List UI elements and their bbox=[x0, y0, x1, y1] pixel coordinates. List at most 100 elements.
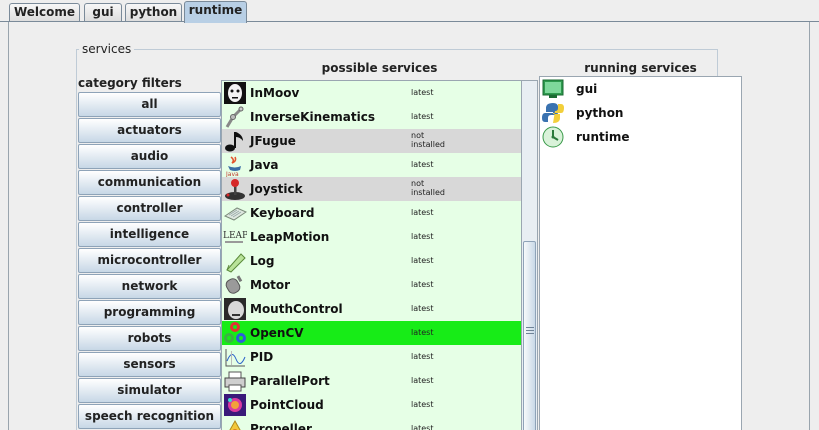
filter-simulator-button[interactable]: simulator bbox=[78, 378, 221, 403]
filter-speech-recognition-button[interactable]: speech recognition bbox=[78, 404, 221, 429]
service-status: latest bbox=[411, 160, 434, 169]
service-status: latest bbox=[411, 208, 434, 217]
service-row-motor[interactable]: Motor latest bbox=[222, 273, 521, 297]
running-service-name: python bbox=[576, 106, 624, 120]
service-status: latest bbox=[411, 352, 434, 361]
opencv-icon bbox=[223, 321, 247, 345]
running-row-runtime[interactable]: runtime bbox=[540, 125, 740, 149]
service-row-keyboard[interactable]: Keyboard latest bbox=[222, 201, 521, 225]
service-row-joystick[interactable]: Joystick not installed bbox=[222, 177, 521, 201]
service-row-leapmotion[interactable]: LEAP LeapMotion latest bbox=[222, 225, 521, 249]
service-status: latest bbox=[411, 304, 434, 313]
service-row-log[interactable]: Log latest bbox=[222, 249, 521, 273]
filter-programming-button[interactable]: programming bbox=[78, 300, 221, 325]
propeller-icon bbox=[223, 417, 247, 430]
service-name: Joystick bbox=[250, 182, 303, 196]
grip-line bbox=[526, 333, 534, 334]
service-name: Keyboard bbox=[250, 206, 315, 220]
motor-icon bbox=[223, 273, 247, 297]
mouth-icon bbox=[223, 297, 247, 321]
running-service-name: runtime bbox=[576, 130, 630, 144]
service-row-opencv[interactable]: OpenCV latest bbox=[222, 321, 521, 345]
service-row-parallelport[interactable]: ParallelPort latest bbox=[222, 369, 521, 393]
python-icon bbox=[541, 101, 565, 125]
filter-all-button[interactable]: all bbox=[78, 92, 221, 117]
service-name: Motor bbox=[250, 278, 291, 292]
service-row-propeller[interactable]: Propeller latest bbox=[222, 417, 521, 430]
service-status: latest bbox=[411, 400, 434, 409]
tab-welcome[interactable]: Welcome bbox=[9, 3, 80, 22]
service-status: latest bbox=[411, 328, 434, 337]
service-row-jfugue[interactable]: JFugue not installed bbox=[222, 129, 521, 153]
joystick-icon bbox=[223, 177, 247, 201]
filter-communication-button[interactable]: communication bbox=[78, 170, 221, 195]
service-name: Propeller bbox=[250, 422, 312, 430]
pointcloud-icon bbox=[223, 393, 247, 417]
filter-controller-button[interactable]: controller bbox=[78, 196, 221, 221]
filter-robots-button[interactable]: robots bbox=[78, 326, 221, 351]
service-status: not installed bbox=[411, 131, 445, 149]
filter-actuators-button[interactable]: actuators bbox=[78, 118, 221, 143]
running-row-gui[interactable]: gui bbox=[540, 77, 740, 101]
service-row-inmoov[interactable]: InMoov latest bbox=[222, 81, 521, 105]
keyboard-icon bbox=[223, 201, 248, 225]
service-status: latest bbox=[411, 256, 434, 265]
service-status: latest bbox=[411, 112, 434, 121]
service-status: latest bbox=[411, 376, 434, 385]
status-line-1: not bbox=[411, 131, 425, 140]
service-name: InMoov bbox=[250, 86, 300, 100]
possible-services-title: possible services bbox=[321, 61, 438, 75]
grip-line bbox=[526, 327, 534, 328]
service-row-java[interactable]: Java Java latest bbox=[222, 153, 521, 178]
services-group-title: services bbox=[79, 42, 135, 56]
grip-line bbox=[526, 330, 534, 331]
filter-network-button[interactable]: network bbox=[78, 274, 221, 299]
java-icon: Java bbox=[223, 153, 247, 178]
tab-python[interactable]: python bbox=[125, 3, 182, 22]
running-row-python[interactable]: python bbox=[540, 101, 740, 125]
status-line-1: not bbox=[411, 179, 425, 188]
svg-text:LEAP: LEAP bbox=[223, 231, 247, 241]
leap-icon: LEAP bbox=[223, 225, 248, 249]
service-name: PID bbox=[250, 350, 274, 364]
running-service-name: gui bbox=[576, 82, 598, 96]
service-row-mouthcontrol[interactable]: MouthControl latest bbox=[222, 297, 521, 321]
service-name: PointCloud bbox=[250, 398, 324, 412]
pid-icon bbox=[223, 345, 247, 369]
filter-audio-button[interactable]: audio bbox=[78, 144, 221, 169]
tab-bar: Welcome gui python runtime bbox=[0, 0, 819, 23]
inmoov-face-icon bbox=[223, 81, 247, 105]
running-services-title: running services bbox=[584, 61, 697, 75]
status-line-2: installed bbox=[411, 188, 445, 197]
service-status: latest bbox=[411, 232, 434, 241]
tab-runtime[interactable]: runtime bbox=[184, 1, 247, 23]
service-name: MouthControl bbox=[250, 302, 343, 316]
filter-microcontroller-button[interactable]: microcontroller bbox=[78, 248, 221, 273]
service-name: InverseKinematics bbox=[250, 110, 375, 124]
service-name: ParallelPort bbox=[250, 374, 330, 388]
service-name: Log bbox=[250, 254, 275, 268]
possible-services-list[interactable]: InMoov latest InverseKinematics latest J… bbox=[221, 80, 522, 430]
service-status: not installed bbox=[411, 179, 445, 197]
filter-intelligence-button[interactable]: intelligence bbox=[78, 222, 221, 247]
running-services-list[interactable]: gui python runtime bbox=[539, 76, 742, 430]
service-row-inversekinematics[interactable]: InverseKinematics latest bbox=[222, 105, 521, 129]
filter-sensors-button[interactable]: sensors bbox=[78, 352, 221, 377]
service-name: Java bbox=[250, 158, 279, 172]
service-name: LeapMotion bbox=[250, 230, 330, 244]
runtime-icon bbox=[541, 125, 565, 149]
scrollbar-thumb[interactable] bbox=[523, 241, 536, 430]
service-row-pointcloud[interactable]: PointCloud latest bbox=[222, 393, 521, 417]
service-status: latest bbox=[411, 280, 434, 289]
service-name: OpenCV bbox=[250, 326, 304, 340]
category-filters-title: category filters bbox=[78, 76, 182, 90]
service-status: latest bbox=[411, 88, 434, 97]
status-line-2: installed bbox=[411, 140, 445, 149]
robot-arm-icon bbox=[223, 105, 247, 129]
service-status: latest bbox=[411, 424, 434, 430]
tab-gui[interactable]: gui bbox=[84, 3, 122, 22]
service-row-pid[interactable]: PID latest bbox=[222, 345, 521, 369]
service-name: JFugue bbox=[250, 134, 296, 148]
possible-services-scrollbar[interactable] bbox=[522, 80, 538, 430]
music-note-icon bbox=[223, 129, 247, 153]
